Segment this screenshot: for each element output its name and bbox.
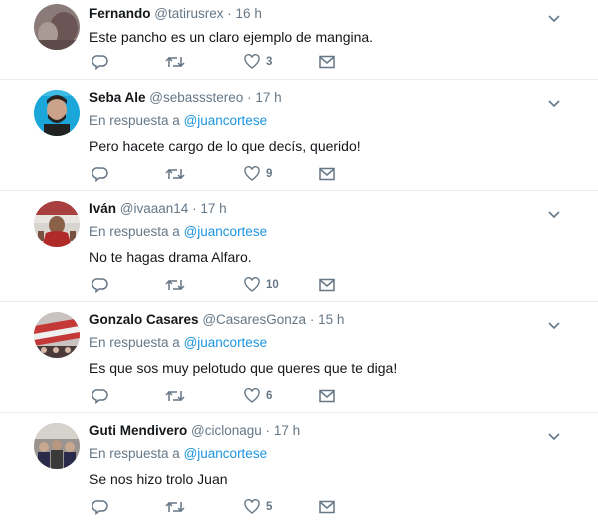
reply-context: En respuesta a @juancortese bbox=[89, 112, 558, 130]
like-button[interactable]: 6 bbox=[244, 386, 272, 406]
tweet-text: Es que sos muy pelotudo que queres que t… bbox=[89, 360, 398, 376]
like-count: 5 bbox=[266, 501, 273, 513]
direct-message-button[interactable] bbox=[319, 164, 335, 184]
tweet-author-username[interactable]: @tatirusrex bbox=[154, 6, 223, 21]
tweet-timestamp[interactable]: 16 h bbox=[236, 6, 262, 21]
envelope-icon bbox=[319, 278, 335, 292]
like-button[interactable]: 10 bbox=[244, 275, 279, 295]
tweet-item[interactable]: Gonzalo Casares @CasaresGonza · 15 h En … bbox=[0, 302, 598, 413]
chevron-down-icon[interactable] bbox=[548, 317, 560, 335]
like-count: 3 bbox=[266, 56, 273, 68]
retweet-icon bbox=[165, 166, 185, 182]
tweet-timestamp[interactable]: 17 h bbox=[274, 423, 300, 438]
tweet-author-name[interactable]: Gonzalo Casares bbox=[89, 312, 199, 327]
direct-message-button[interactable] bbox=[319, 275, 335, 295]
envelope-icon bbox=[319, 167, 335, 181]
reply-mention-link[interactable]: @juancortese bbox=[184, 446, 268, 461]
like-button[interactable]: 9 bbox=[244, 164, 272, 184]
chevron-down-icon[interactable] bbox=[548, 10, 560, 28]
reply-button[interactable] bbox=[92, 164, 108, 184]
envelope-icon bbox=[319, 500, 335, 514]
envelope-icon bbox=[319, 389, 335, 403]
chevron-down-icon[interactable] bbox=[548, 206, 560, 224]
heart-icon bbox=[244, 277, 260, 293]
reply-context-label: En respuesta a bbox=[89, 335, 180, 350]
avatar[interactable] bbox=[34, 423, 80, 469]
reply-icon bbox=[92, 166, 108, 182]
tweet-author-username[interactable]: @ciclonagu bbox=[191, 423, 262, 438]
tweet-item[interactable]: Iván @ivaaan14 · 17 h En respuesta a @ju… bbox=[0, 191, 598, 302]
tweet-author-name[interactable]: Iván bbox=[89, 201, 116, 216]
heart-icon bbox=[244, 499, 260, 515]
tweet-text: No te hagas drama Alfaro. bbox=[89, 249, 252, 265]
retweet-icon bbox=[165, 499, 185, 515]
like-count: 9 bbox=[266, 168, 273, 180]
reply-mention-link[interactable]: @juancortese bbox=[184, 113, 268, 128]
reply-button[interactable] bbox=[92, 275, 108, 295]
heart-icon bbox=[244, 166, 260, 182]
like-count: 10 bbox=[266, 279, 279, 291]
reply-icon bbox=[92, 388, 108, 404]
retweet-icon bbox=[165, 277, 185, 293]
reply-icon bbox=[92, 499, 108, 515]
chevron-down-icon[interactable] bbox=[548, 95, 560, 113]
avatar[interactable] bbox=[34, 90, 80, 136]
tweet-text: Este pancho es un claro ejemplo de mangi… bbox=[89, 29, 374, 45]
retweet-icon bbox=[165, 54, 185, 70]
tweet-item[interactable]: Seba Ale @sebassstereo · 17 h En respues… bbox=[0, 80, 598, 191]
tweet-item[interactable]: Fernando @tatirusrex · 16 h Este pancho … bbox=[0, 0, 598, 80]
retweet-button[interactable] bbox=[165, 275, 185, 295]
like-button[interactable]: 3 bbox=[244, 52, 272, 72]
reply-button[interactable] bbox=[92, 52, 108, 72]
direct-message-button[interactable] bbox=[319, 386, 335, 406]
tweet-author-name[interactable]: Guti Mendivero bbox=[89, 423, 187, 438]
heart-icon bbox=[244, 54, 260, 70]
tweet-text: Pero hacete cargo de lo que decís, queri… bbox=[89, 138, 361, 154]
reply-icon bbox=[92, 54, 108, 70]
tweet-author-username[interactable]: @sebassstereo bbox=[149, 90, 243, 105]
avatar[interactable] bbox=[34, 4, 80, 50]
retweet-icon bbox=[165, 388, 185, 404]
tweet-author-username[interactable]: @CasaresGonza bbox=[202, 312, 306, 327]
retweet-button[interactable] bbox=[165, 497, 185, 517]
reply-context: En respuesta a @juancortese bbox=[89, 334, 558, 352]
separator-dot: · bbox=[265, 423, 271, 438]
like-button[interactable]: 5 bbox=[244, 497, 272, 517]
reply-mention-link[interactable]: @juancortese bbox=[184, 224, 268, 239]
tweet-author-name[interactable]: Fernando bbox=[89, 6, 151, 21]
heart-icon bbox=[244, 388, 260, 404]
separator-dot: · bbox=[227, 6, 232, 21]
direct-message-button[interactable] bbox=[319, 52, 335, 72]
reply-mention-link[interactable]: @juancortese bbox=[184, 335, 268, 350]
reply-context-label: En respuesta a bbox=[89, 224, 180, 239]
tweet-timestamp[interactable]: 17 h bbox=[255, 90, 281, 105]
avatar[interactable] bbox=[34, 312, 80, 358]
direct-message-button[interactable] bbox=[319, 497, 335, 517]
separator-dot: · bbox=[309, 312, 315, 327]
tweet-timestamp[interactable]: 17 h bbox=[200, 201, 226, 216]
tweet-author-name[interactable]: Seba Ale bbox=[89, 90, 146, 105]
reply-context: En respuesta a @juancortese bbox=[89, 445, 558, 463]
retweet-button[interactable] bbox=[165, 164, 185, 184]
retweet-button[interactable] bbox=[165, 52, 185, 72]
separator-dot: · bbox=[192, 201, 197, 216]
reply-button[interactable] bbox=[92, 497, 108, 517]
reply-context-label: En respuesta a bbox=[89, 113, 180, 128]
avatar[interactable] bbox=[34, 201, 80, 247]
tweet-timestamp[interactable]: 15 h bbox=[318, 312, 344, 327]
chevron-down-icon[interactable] bbox=[548, 428, 560, 446]
envelope-icon bbox=[319, 55, 335, 69]
tweet-text: Se nos hizo trolo Juan bbox=[89, 471, 228, 487]
reply-button[interactable] bbox=[92, 386, 108, 406]
like-count: 6 bbox=[266, 390, 273, 402]
tweet-item[interactable]: Guti Mendivero @ciclonagu · 17 h En resp… bbox=[0, 413, 598, 525]
reply-context: En respuesta a @juancortese bbox=[89, 223, 558, 241]
reply-icon bbox=[92, 277, 108, 293]
reply-context-label: En respuesta a bbox=[89, 446, 180, 461]
retweet-button[interactable] bbox=[165, 386, 185, 406]
separator-dot: · bbox=[247, 90, 252, 105]
tweet-author-username[interactable]: @ivaaan14 bbox=[120, 201, 189, 216]
